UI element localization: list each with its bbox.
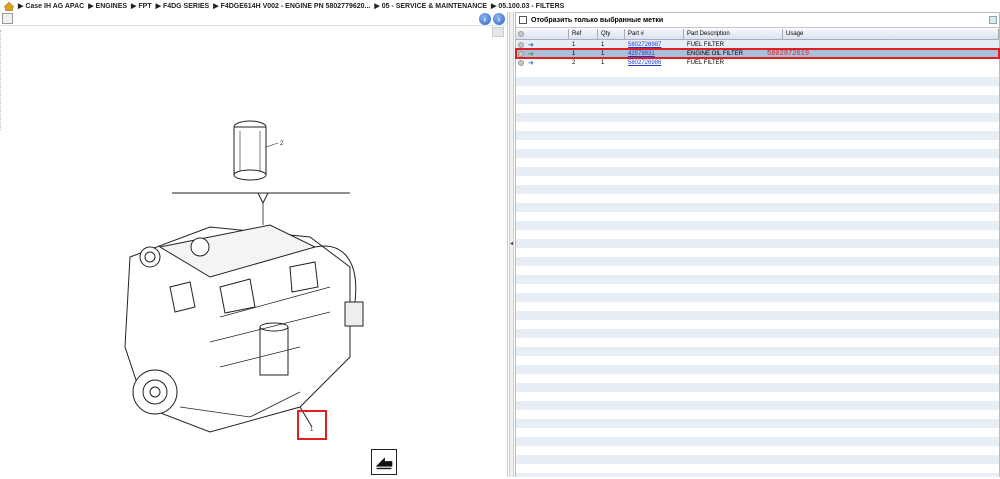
crumb-fpt[interactable]: ▶ FPT xyxy=(131,2,152,10)
settings-icon[interactable] xyxy=(518,31,524,37)
header-qty[interactable]: Qty xyxy=(598,29,625,39)
handwritten-note: 5802872619 xyxy=(767,49,810,58)
header-ref[interactable]: Ref xyxy=(569,29,598,39)
crumb-series[interactable]: ▶ F4DG SERIES xyxy=(156,2,210,10)
callout-label-engine[interactable]: 1 xyxy=(310,427,313,433)
table-header: Ref Qty Part # Part Description Usage xyxy=(516,29,999,40)
row-ref: 1 xyxy=(572,41,576,48)
collapse-icon[interactable]: ◂ xyxy=(510,240,514,250)
crumb-engines[interactable]: ▶ ENGINES xyxy=(88,2,127,10)
cart-arrow-icon[interactable]: ➜ xyxy=(528,59,534,67)
row-qty: 1 xyxy=(601,59,605,66)
row-qty: 1 xyxy=(601,50,605,57)
parts-pane: Отобразить только выбранные метки Ref Qt… xyxy=(515,12,1000,477)
open-action-button[interactable] xyxy=(371,449,397,475)
engine-exploded-drawing: 2 xyxy=(124,120,364,433)
show-selected-checkbox[interactable] xyxy=(519,16,527,24)
part-number-link[interactable]: 42579931 xyxy=(628,51,655,57)
parts-table: Ref Qty Part # Part Description Usage ➜ … xyxy=(515,29,1000,67)
divider xyxy=(0,30,2,130)
diagram-toolbar: ‹ › xyxy=(0,12,508,26)
oil-filter-drawing[interactable] xyxy=(233,120,279,181)
callout-highlight[interactable] xyxy=(297,410,327,440)
engine-block-drawing[interactable] xyxy=(124,224,364,433)
header-description[interactable]: Part Description xyxy=(684,29,783,39)
show-selected-label: Отобразить только выбранные метки xyxy=(531,16,664,24)
table-row[interactable]: ➜ 2 1 5802726986 FUEL FILTER xyxy=(516,58,999,67)
row-usage xyxy=(864,49,999,58)
row-description: ENGINE OIL FILTER 5802872619 xyxy=(684,49,864,58)
breadcrumb: ▶ Case IH AG APAC ▶ ENGINES ▶ FPT ▶ F4DG… xyxy=(0,0,1000,12)
empty-table-area xyxy=(516,77,999,477)
cart-arrow-icon[interactable]: ➜ xyxy=(528,41,534,49)
scroll-handle[interactable] xyxy=(492,27,504,37)
cart-arrow-icon[interactable]: ➜ xyxy=(528,50,534,58)
row-description-text: ENGINE OIL FILTER xyxy=(687,50,744,57)
header-part[interactable]: Part # xyxy=(625,29,684,39)
previous-icon[interactable]: ‹ xyxy=(479,13,491,25)
expand-icon[interactable] xyxy=(518,50,524,57)
callout-label-filter: 2 xyxy=(280,141,284,147)
header-usage[interactable]: Usage xyxy=(783,29,999,39)
crumb-section[interactable]: ▶ 05 - SERVICE & MAINTENANCE xyxy=(374,2,487,10)
panel-menu-icon[interactable] xyxy=(989,16,997,24)
table-row-selected[interactable]: ➜ 1 1 42579931 ENGINE OIL FILTER 5802872… xyxy=(515,48,1000,59)
export-button[interactable] xyxy=(2,13,13,24)
crumb-engine[interactable]: ▶ F4DGE614H V002 - ENGINE PN 5802779620.… xyxy=(213,2,370,10)
arrow-box-icon xyxy=(375,457,393,470)
row-description: FUEL FILTER xyxy=(687,59,725,66)
row-ref: 2 xyxy=(572,59,576,66)
part-number-link[interactable]: 5802726986 xyxy=(628,60,661,66)
diagram-pane: ‹ › 2 1 xyxy=(0,12,508,477)
part-number-link[interactable]: 5802726987 xyxy=(628,42,661,48)
table-row[interactable]: ➜ 1 1 5802726987 FUEL FILTER xyxy=(516,40,999,49)
crumb-filters[interactable]: ▶ 05.100.03 - FILTERS xyxy=(491,2,564,10)
expand-icon[interactable] xyxy=(518,59,524,66)
expand-icon[interactable] xyxy=(518,41,524,48)
row-usage xyxy=(783,58,999,67)
select-all-icon[interactable] xyxy=(516,29,569,39)
row-qty: 1 xyxy=(601,41,605,48)
row-usage xyxy=(783,40,999,49)
next-icon[interactable]: › xyxy=(493,13,505,25)
home-icon[interactable] xyxy=(4,1,14,11)
row-description: FUEL FILTER xyxy=(687,41,725,48)
row-ref: 1 xyxy=(572,50,576,57)
crumb-brand[interactable]: ▶ Case IH AG APAC xyxy=(18,2,84,10)
filter-bar: Отобразить только выбранные метки xyxy=(516,13,999,28)
